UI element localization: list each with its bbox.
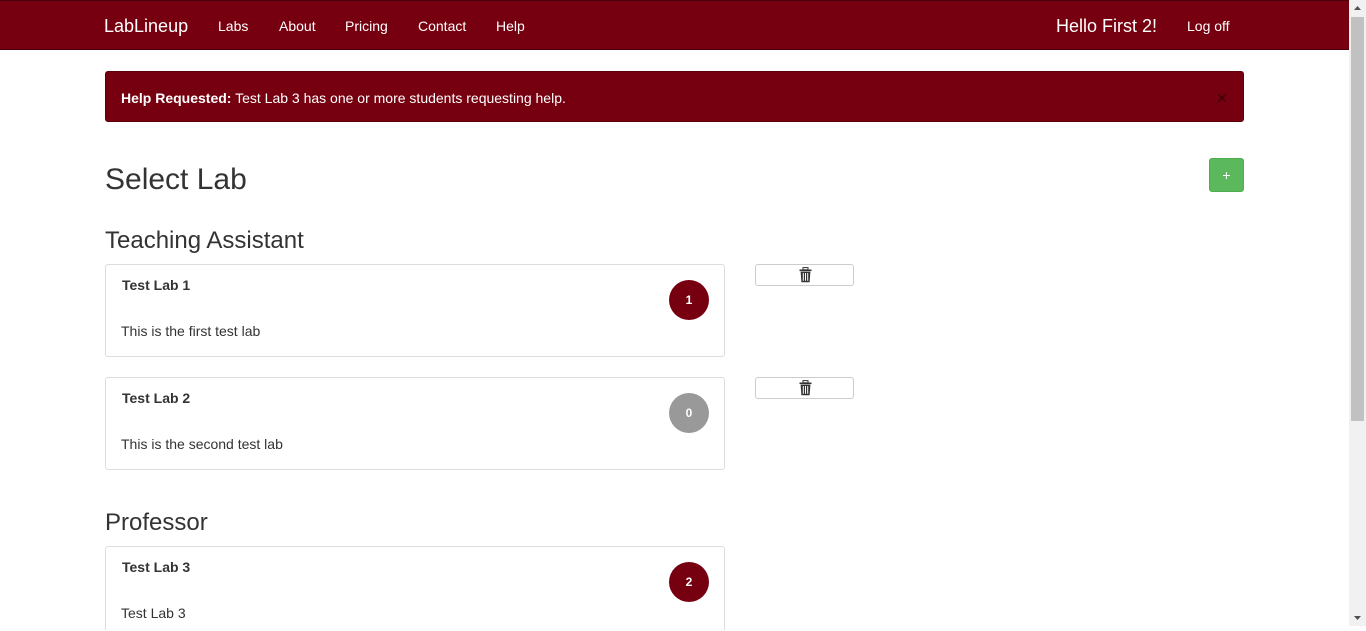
help-count-badge: 2 <box>669 562 709 602</box>
alert-message: Test Lab 3 has one or more students requ… <box>231 90 566 106</box>
trash-icon <box>799 267 812 283</box>
help-count-badge: 0 <box>669 393 709 433</box>
lab-name: Test Lab 3 <box>122 559 191 575</box>
page-title: Select Lab <box>105 163 247 196</box>
brand-link[interactable]: LabLineup <box>104 16 188 37</box>
lab-description: This is the first test lab <box>121 323 261 339</box>
close-icon[interactable] <box>1214 90 1230 106</box>
alert-text: Help Requested: Test Lab 3 has one or mo… <box>121 90 566 106</box>
nav-link-contact[interactable]: Contact <box>418 18 466 34</box>
delete-lab-button[interactable] <box>755 264 854 286</box>
section-title-professor: Professor <box>105 509 208 536</box>
delete-lab-button[interactable] <box>755 377 854 399</box>
user-greeting-link[interactable]: Hello First 2! <box>1056 16 1157 37</box>
scrollbar-thumb[interactable] <box>1351 17 1364 421</box>
logoff-link[interactable]: Log off <box>1187 18 1230 34</box>
help-requested-alert: Help Requested: Test Lab 3 has one or mo… <box>105 71 1244 122</box>
lab-name: Test Lab 2 <box>122 390 191 406</box>
add-lab-button[interactable]: + <box>1209 158 1244 192</box>
nav-link-help[interactable]: Help <box>496 18 525 34</box>
lab-card[interactable]: Test Lab 2 0 This is the second test lab <box>105 377 725 470</box>
lab-card[interactable]: Test Lab 1 1 This is the first test lab <box>105 264 725 357</box>
lab-description: This is the second test lab <box>121 436 283 452</box>
nav-link-pricing[interactable]: Pricing <box>345 18 388 34</box>
nav-link-labs[interactable]: Labs <box>218 18 248 34</box>
lab-name: Test Lab 1 <box>122 277 191 293</box>
vertical-scrollbar[interactable] <box>1349 0 1366 626</box>
lab-description: Test Lab 3 <box>121 605 186 621</box>
help-count-badge: 1 <box>669 280 709 320</box>
nav-link-about[interactable]: About <box>279 18 316 34</box>
lab-card[interactable]: Test Lab 3 2 Test Lab 3 <box>105 546 725 630</box>
trash-icon <box>799 380 812 396</box>
alert-title: Help Requested: <box>121 90 232 106</box>
section-title-teaching-assistant: Teaching Assistant <box>105 227 304 254</box>
top-navbar: LabLineup Labs About Pricing Contact Hel… <box>0 0 1349 50</box>
scroll-up-arrow-icon[interactable] <box>1349 0 1366 17</box>
scroll-down-arrow-icon[interactable] <box>1349 609 1366 626</box>
